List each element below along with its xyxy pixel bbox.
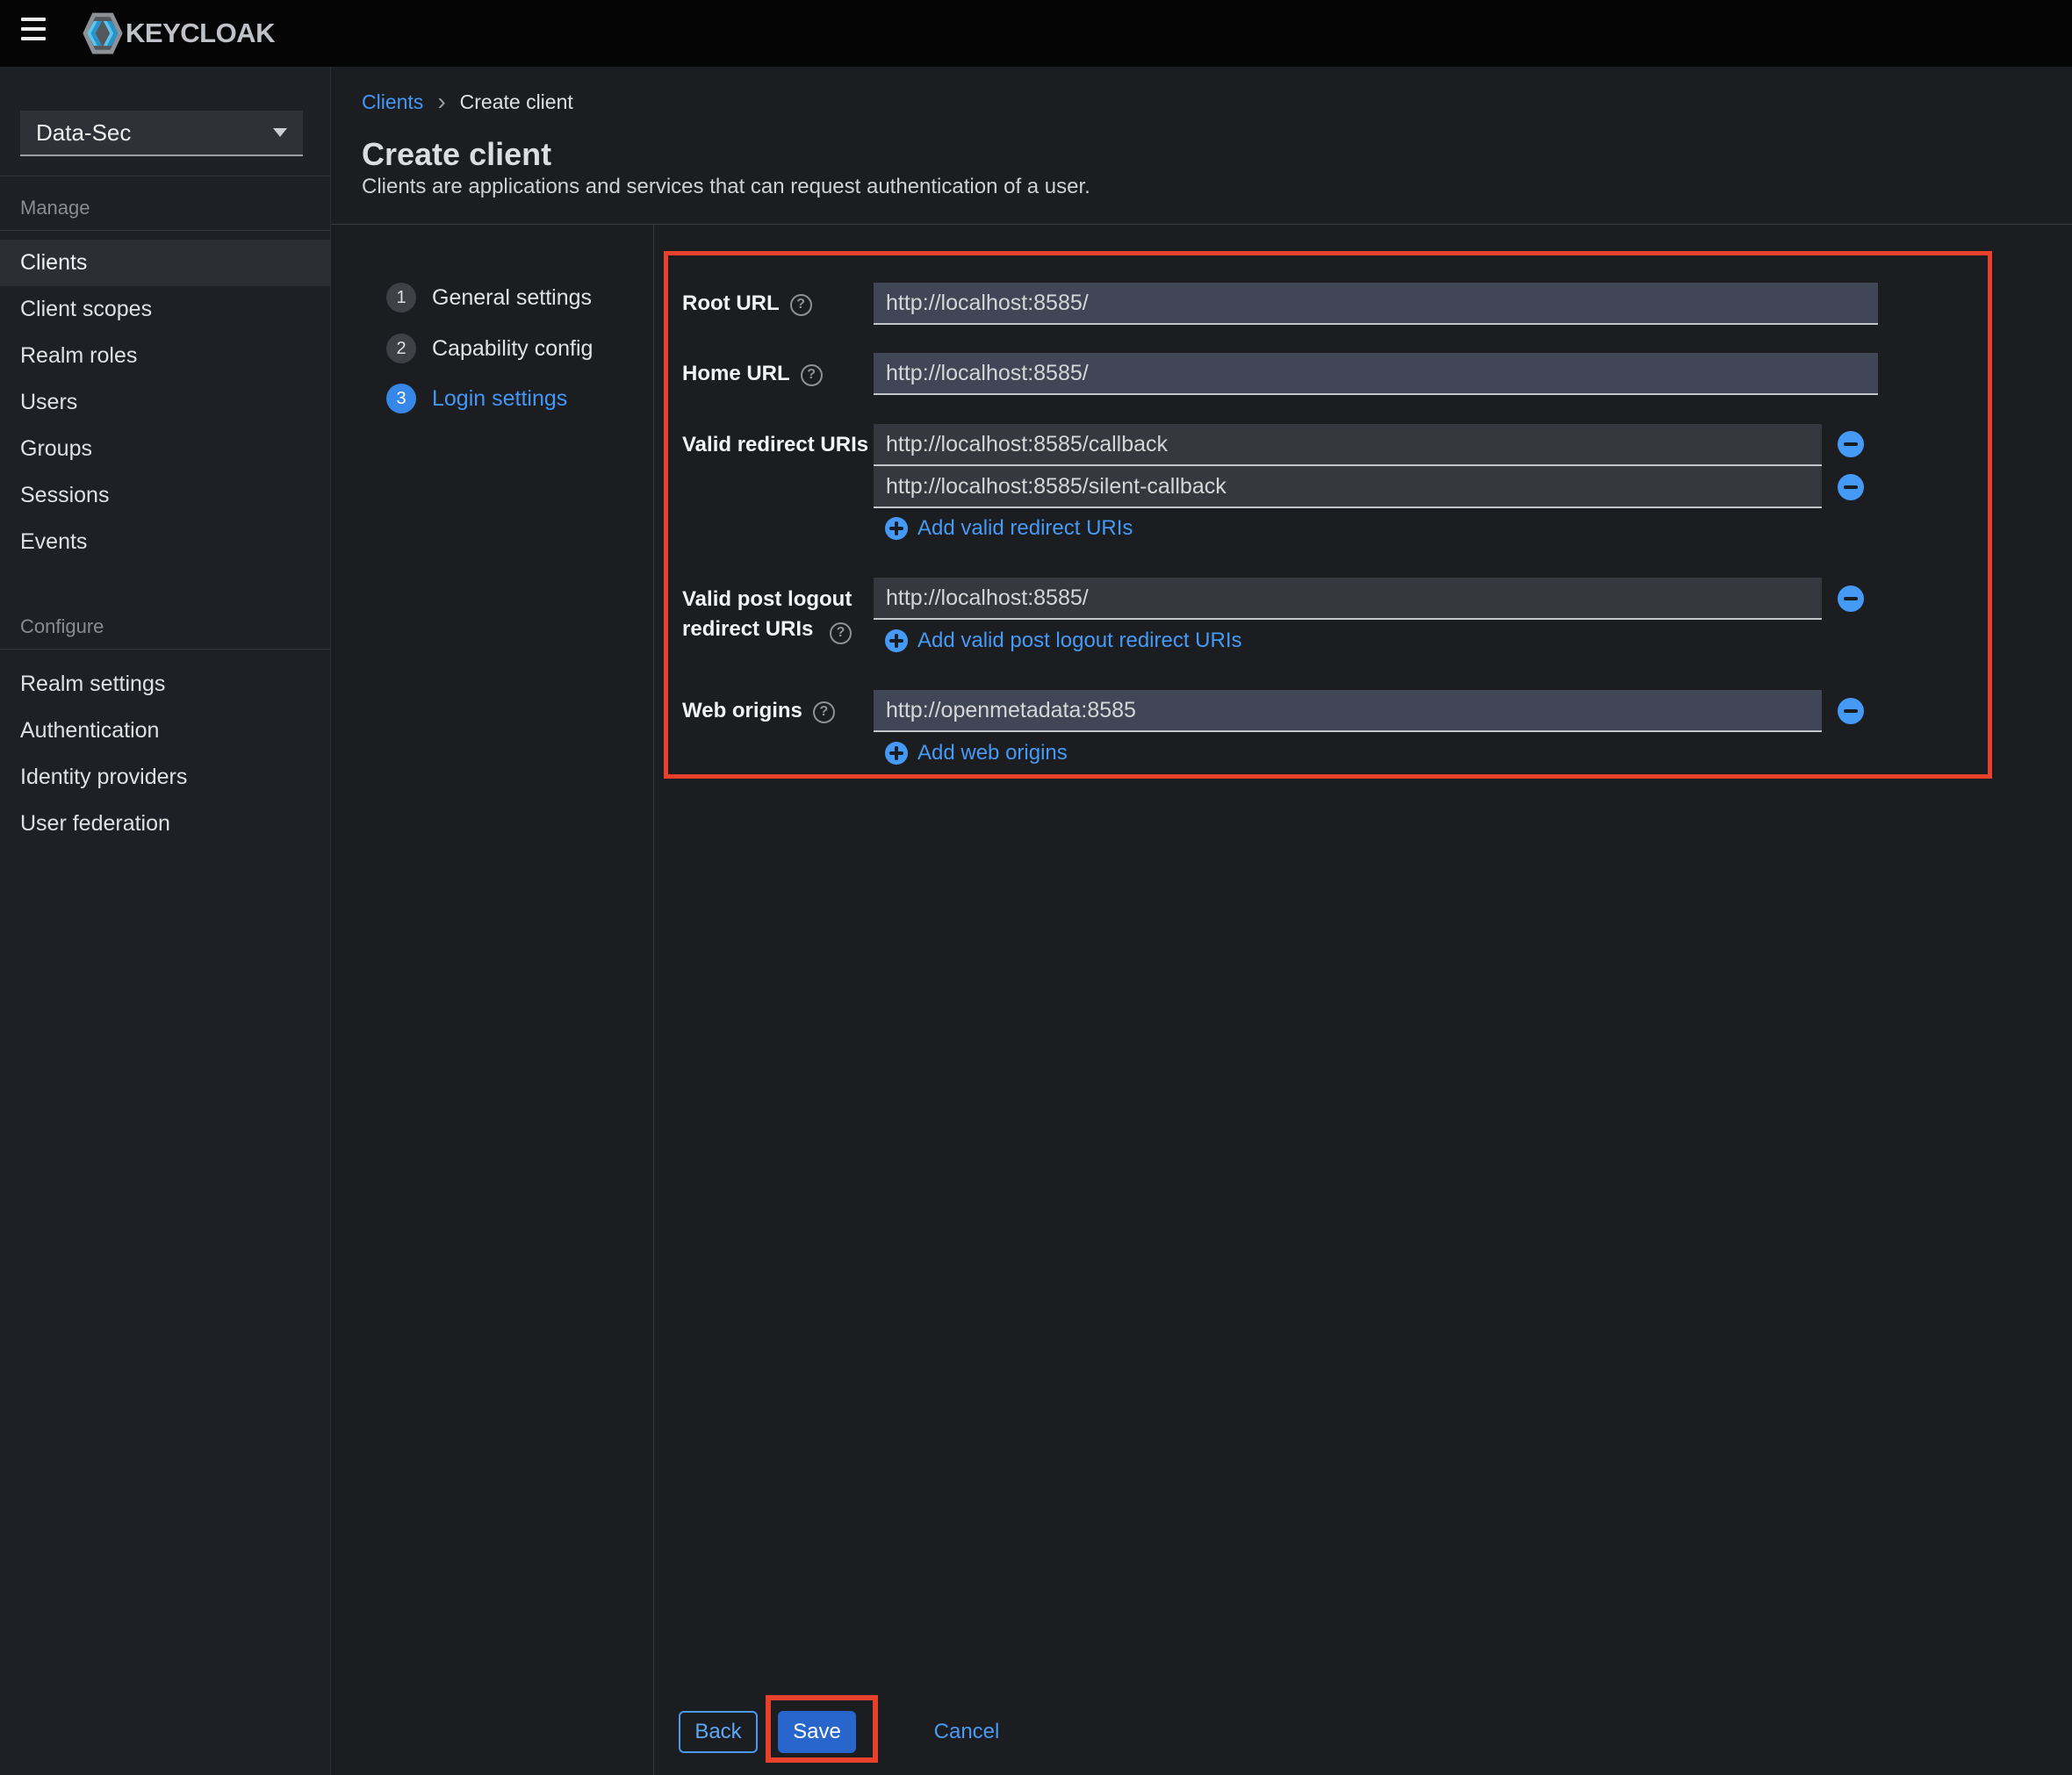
page-subtitle: Clients are applications and services th… <box>362 175 1090 198</box>
nav-group-manage: Manage <box>20 197 90 219</box>
keycloak-admin-console: KEYCLOAK Data-Sec Manage Clients Client … <box>0 0 2072 1775</box>
hamburger-bar <box>21 18 46 21</box>
realm-selector[interactable]: Data-Sec <box>20 111 303 156</box>
post-logout-label-line1: Valid post logout <box>682 587 853 611</box>
sidebar-item-realm-settings[interactable]: Realm settings <box>0 661 330 708</box>
root-url-input[interactable] <box>874 283 1878 325</box>
sidebar-divider <box>0 230 331 231</box>
minus-circle-icon[interactable] <box>1838 431 1864 457</box>
sidebar-item-user-federation[interactable]: User federation <box>0 801 330 847</box>
root-url-label: Root URL <box>682 291 812 316</box>
sidebar-item-events[interactable]: Events <box>0 519 330 565</box>
add-web-origins-button[interactable]: Add web origins <box>885 741 1068 765</box>
keycloak-brand[interactable]: KEYCLOAK <box>82 7 275 60</box>
realm-name: Data-Sec <box>36 119 132 146</box>
post-logout-redirect-uris-label: Valid post logout redirect URIs <box>682 585 852 644</box>
question-circle-icon[interactable] <box>830 622 853 644</box>
redirect-uri-input-1[interactable] <box>874 424 1822 466</box>
sidebar-item-groups[interactable]: Groups <box>0 426 330 472</box>
sidebar-divider <box>0 649 331 650</box>
web-origins-label: Web origins <box>682 699 835 723</box>
sidebar-item-realm-roles[interactable]: Realm roles <box>0 333 330 379</box>
minus-circle-icon[interactable] <box>1838 586 1864 612</box>
add-post-logout-redirect-uris-button[interactable]: Add valid post logout redirect URIs <box>885 629 1242 653</box>
minus-circle-icon[interactable] <box>1838 474 1864 500</box>
root-url-label-text: Root URL <box>682 291 780 315</box>
save-button[interactable]: Save <box>778 1711 856 1753</box>
hamburger-icon[interactable] <box>21 18 47 42</box>
breadcrumb-clients-link[interactable]: Clients <box>362 90 423 114</box>
question-circle-icon[interactable] <box>789 293 812 316</box>
sidebar: Data-Sec Manage Clients Client scopes Re… <box>0 67 331 1775</box>
home-url-label-text: Home URL <box>682 362 790 385</box>
post-logout-label-line2-text: redirect URIs <box>682 617 814 641</box>
step-number-badge: 3 <box>386 384 416 413</box>
sidebar-item-authentication[interactable]: Authentication <box>0 708 330 754</box>
add-link-label: Add web origins <box>917 741 1068 765</box>
redirect-uri-input-2[interactable] <box>874 466 1822 508</box>
hamburger-bar <box>21 37 46 40</box>
brand-text: KEYCLOAK <box>126 18 275 48</box>
breadcrumb-current: Create client <box>459 90 573 113</box>
minus-circle-icon[interactable] <box>1838 698 1864 724</box>
step-label: Login settings <box>432 385 568 411</box>
valid-redirect-uris-label: Valid redirect URIs <box>682 433 902 457</box>
home-url-input[interactable] <box>874 353 1878 395</box>
cancel-button[interactable]: Cancel <box>927 1711 1006 1753</box>
add-valid-redirect-uris-button[interactable]: Add valid redirect URIs <box>885 516 1133 541</box>
question-circle-icon[interactable] <box>812 701 835 723</box>
keycloak-logo-icon <box>83 12 123 54</box>
web-origins-input[interactable] <box>874 690 1822 732</box>
step-number-badge: 1 <box>386 283 416 313</box>
plus-circle-icon <box>885 517 908 540</box>
breadcrumb: Clients › Create client <box>362 88 573 115</box>
wizard-step-login-settings[interactable]: 3 Login settings <box>386 384 567 413</box>
home-url-label: Home URL <box>682 362 823 386</box>
post-logout-redirect-uri-input[interactable] <box>874 578 1822 620</box>
add-link-label: Add valid redirect URIs <box>917 516 1133 540</box>
sidebar-item-client-scopes[interactable]: Client scopes <box>0 286 330 333</box>
add-link-label: Add valid post logout redirect URIs <box>917 629 1242 652</box>
question-circle-icon[interactable] <box>800 363 823 386</box>
page-title: Create client <box>362 136 552 172</box>
step-label: Capability config <box>432 335 594 361</box>
wizard-top-border <box>331 224 2072 225</box>
caret-down-icon <box>273 128 287 137</box>
chevron-right-icon: › <box>437 88 446 115</box>
sidebar-item-identity-providers[interactable]: Identity providers <box>0 754 330 801</box>
step-number-badge: 2 <box>386 334 416 363</box>
hamburger-bar <box>21 27 46 31</box>
step-label: General settings <box>432 284 593 310</box>
post-logout-label-line2: redirect URIs <box>682 614 853 644</box>
sidebar-item-sessions[interactable]: Sessions <box>0 472 330 519</box>
wizard-step-capability-config[interactable]: 2 Capability config <box>386 334 593 363</box>
back-button[interactable]: Back <box>679 1711 758 1753</box>
wizard-step-general-settings[interactable]: 1 General settings <box>386 283 592 313</box>
masthead: KEYCLOAK <box>0 0 2072 67</box>
sidebar-item-users[interactable]: Users <box>0 379 330 426</box>
nav-group-configure: Configure <box>20 615 104 637</box>
sidebar-item-clients[interactable]: Clients <box>0 240 330 286</box>
wizard-nav-divider <box>653 225 654 1775</box>
plus-circle-icon <box>885 742 908 765</box>
web-origins-label-text: Web origins <box>682 699 802 722</box>
valid-redirect-uris-label-text: Valid redirect URIs <box>682 433 869 456</box>
plus-circle-icon <box>885 629 908 652</box>
